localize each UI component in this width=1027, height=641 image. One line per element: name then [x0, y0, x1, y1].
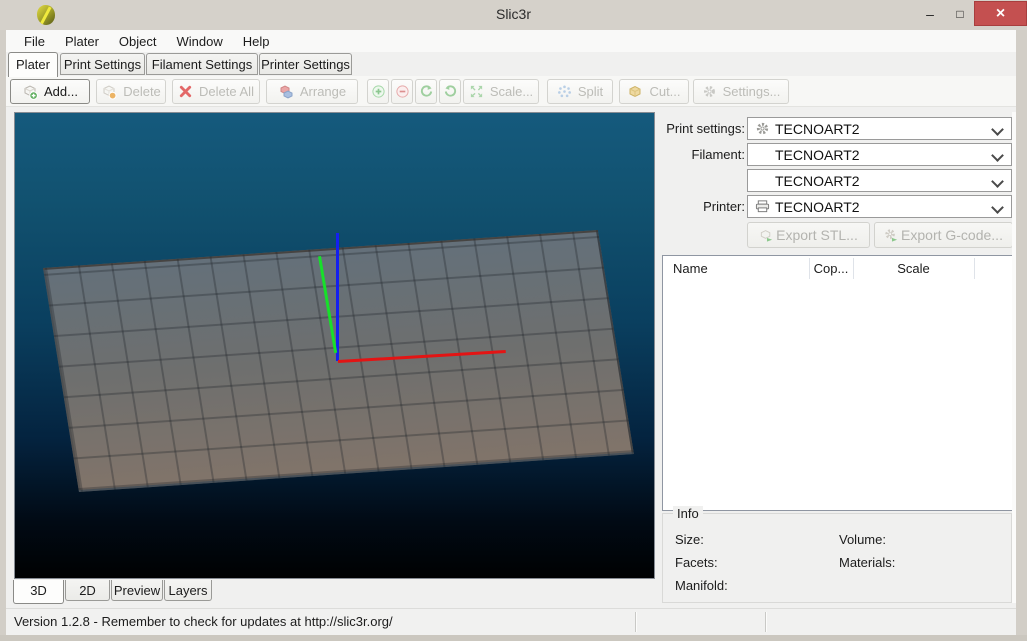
panel-edge-strip [1012, 112, 1016, 603]
tab-printer-settings[interactable]: Printer Settings [259, 53, 352, 75]
cut-cube-icon [629, 85, 641, 97]
print-settings-value: TECNOART2 [775, 120, 860, 137]
tab-plater[interactable]: Plater [8, 52, 58, 77]
filament-label: Filament: [691, 147, 745, 162]
add-label: Add... [44, 84, 78, 99]
printer-label: Printer: [703, 199, 745, 214]
printer-combo[interactable]: TECNOART2 [747, 195, 1012, 218]
scale-button[interactable]: Scale... [463, 79, 539, 104]
cut-label: Cut... [649, 84, 681, 99]
status-divider [635, 612, 636, 632]
maximize-button[interactable]: □ [946, 1, 974, 26]
gear-icon [756, 122, 769, 135]
menu-file[interactable]: File [14, 32, 55, 51]
decrease-copies-button[interactable] [391, 79, 413, 104]
printer-icon [755, 200, 770, 213]
printer-value: TECNOART2 [775, 198, 860, 215]
split-label: Split [577, 84, 604, 99]
filament-value-2: TECNOART2 [775, 172, 860, 189]
export-gcode-icon [885, 228, 898, 242]
info-facets-label: Facets: [675, 555, 718, 570]
status-text: Version 1.2.8 - Remember to check for up… [14, 614, 393, 629]
window-frame-bottom [0, 635, 1027, 641]
info-legend: Info [673, 506, 703, 521]
export-gcode-label: Export G-code... [901, 227, 1003, 243]
delete-all-button[interactable]: Delete All [172, 79, 260, 104]
window-title: Slic3r [495, 6, 531, 22]
arrange-label: Arrange [299, 84, 347, 99]
menu-window[interactable]: Window [167, 32, 233, 51]
info-materials-label: Materials: [839, 555, 896, 570]
column-divider[interactable] [974, 258, 975, 279]
export-stl-button[interactable]: Export STL... [747, 222, 870, 248]
split-button[interactable]: Split [547, 79, 613, 104]
red-x-icon [179, 85, 192, 98]
rotate-cw-icon [444, 85, 456, 97]
cut-button[interactable]: Cut... [619, 79, 689, 104]
add-button[interactable]: Add... [10, 79, 90, 104]
menu-plater[interactable]: Plater [55, 32, 109, 51]
delete-all-label: Delete All [199, 84, 254, 99]
gear-icon [703, 86, 715, 97]
delete-label: Delete [123, 84, 161, 99]
3d-viewport-canvas[interactable] [14, 112, 655, 579]
menu-bar: File Plater Object Window Help [6, 30, 1016, 52]
column-copies: Cop... [813, 261, 849, 276]
view-tab-2d[interactable]: 2D [65, 580, 110, 601]
column-name: Name [673, 261, 708, 276]
filament-value-1: TECNOART2 [775, 146, 860, 163]
view-tab-layers[interactable]: Layers [164, 580, 212, 601]
view-tab-preview[interactable]: Preview [111, 580, 163, 601]
minus-circle-icon [395, 85, 409, 98]
tab-filament-settings[interactable]: Filament Settings [146, 53, 258, 75]
arrange-button[interactable]: Arrange [266, 79, 358, 104]
info-size-label: Size: [675, 532, 704, 547]
blank-icon [754, 173, 771, 188]
export-stl-icon [761, 229, 773, 242]
blank-icon [754, 147, 771, 162]
title-bar: Slic3r – □ × [0, 0, 1027, 30]
scale-arrows-icon [470, 85, 482, 98]
settings-label: Settings... [722, 84, 781, 99]
scale-label: Scale... [489, 84, 534, 99]
info-volume-label: Volume: [839, 532, 886, 547]
delete-button[interactable]: Delete [96, 79, 166, 104]
menu-help[interactable]: Help [233, 32, 280, 51]
info-panel: Info Size: Volume: Facets: Materials: Ma… [662, 506, 1012, 603]
rotate-ccw-button[interactable] [415, 79, 437, 104]
cube-add-icon [24, 84, 38, 100]
cube-remove-icon [103, 84, 117, 100]
object-list[interactable]: Name Cop... Scale [662, 255, 1013, 511]
filament-combo-1[interactable]: TECNOART2 [747, 143, 1012, 166]
tab-print-settings[interactable]: Print Settings [60, 53, 145, 75]
plus-circle-icon [371, 85, 385, 98]
column-scale: Scale [897, 261, 930, 276]
info-manifold-label: Manifold: [675, 578, 728, 593]
status-bar: Version 1.2.8 - Remember to check for up… [6, 608, 1016, 635]
z-axis-line [336, 233, 339, 361]
increase-copies-button[interactable] [367, 79, 389, 104]
arrange-cubes-icon [280, 84, 293, 99]
chevron-down-icon [991, 175, 1004, 188]
object-list-header: Name Cop... Scale [663, 256, 1012, 281]
view-tab-3d[interactable]: 3D [13, 580, 64, 604]
rotate-ccw-icon [420, 85, 432, 97]
close-button[interactable]: × [974, 1, 1027, 26]
minimize-button[interactable]: – [916, 1, 944, 26]
chevron-down-icon [991, 123, 1004, 136]
print-settings-label: Print settings: [666, 121, 745, 136]
window-frame-right [1016, 30, 1027, 635]
slic3r-window: Slic3r – □ × File Plater Object Window H… [0, 0, 1027, 641]
export-stl-label: Export STL... [776, 227, 858, 243]
print-settings-combo[interactable]: TECNOART2 [747, 117, 1012, 140]
filament-combo-2[interactable]: TECNOART2 [747, 169, 1012, 192]
export-gcode-button[interactable]: Export G-code... [874, 222, 1013, 248]
split-dots-icon [557, 85, 571, 98]
menu-object[interactable]: Object [109, 32, 167, 51]
chevron-down-icon [991, 201, 1004, 214]
rotate-cw-button[interactable] [439, 79, 461, 104]
object-settings-button[interactable]: Settings... [693, 79, 789, 104]
status-divider [765, 612, 766, 632]
chevron-down-icon [991, 149, 1004, 162]
